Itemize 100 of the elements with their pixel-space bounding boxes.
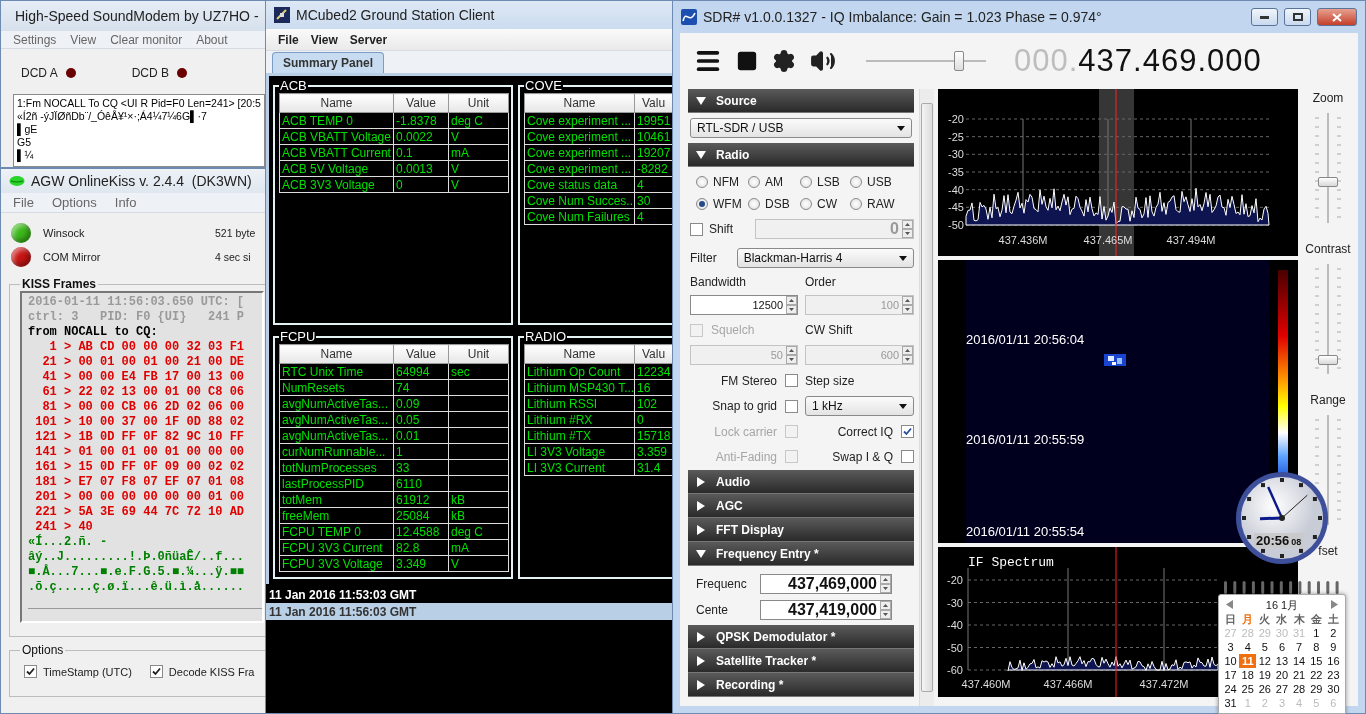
- radio-button[interactable]: [800, 198, 812, 210]
- calendar-day[interactable]: 3: [1222, 640, 1240, 654]
- section-header[interactable]: Audio: [688, 470, 914, 494]
- calendar-day[interactable]: 24: [1222, 682, 1240, 696]
- menu-item[interactable]: View: [70, 32, 97, 47]
- menu-item[interactable]: Clear monitor: [110, 32, 183, 47]
- calendar-day[interactable]: 18: [1239, 668, 1257, 682]
- vertical-slider[interactable]: [1313, 113, 1343, 223]
- checkbox[interactable]: [785, 399, 798, 413]
- dropdown[interactable]: Blackman-Harris 4: [736, 248, 914, 268]
- menu-item[interactable]: Settings: [13, 32, 57, 47]
- axis-label: -60: [947, 664, 963, 676]
- speaker-icon[interactable]: [810, 48, 836, 74]
- column-header[interactable]: Unit: [448, 344, 509, 364]
- menu-item[interactable]: Options: [51, 195, 97, 210]
- column-header[interactable]: Name: [279, 344, 394, 364]
- volume-slider[interactable]: [866, 49, 986, 73]
- settings-icon[interactable]: [772, 49, 796, 73]
- column-header[interactable]: Value: [393, 93, 449, 113]
- menu-item[interactable]: View: [310, 32, 338, 47]
- slider-track[interactable]: [1313, 415, 1343, 525]
- radio-button[interactable]: [696, 198, 708, 210]
- calendar-day[interactable]: 21: [1290, 668, 1308, 682]
- calendar-day[interactable]: 29: [1307, 682, 1325, 696]
- menu-item[interactable]: Info: [114, 195, 137, 210]
- dropdown[interactable]: RTL-SDR / USB: [690, 118, 912, 138]
- checkbox[interactable]: [24, 665, 37, 678]
- section-header[interactable]: FFT Display: [688, 518, 914, 542]
- dropdown[interactable]: 1 kHz: [805, 396, 914, 416]
- section-header[interactable]: Radio: [688, 143, 914, 167]
- calendar-day[interactable]: 10: [1222, 654, 1240, 668]
- menu-item[interactable]: File: [278, 32, 299, 47]
- column-header[interactable]: Valu: [634, 344, 672, 364]
- close-button[interactable]: [1317, 8, 1357, 26]
- list-item[interactable]: 11 Jan 2016 11:53:03 GMT: [266, 586, 672, 603]
- column-header[interactable]: Name: [524, 344, 635, 364]
- calendar-day[interactable]: 26: [1256, 682, 1274, 696]
- checkbox[interactable]: [901, 425, 914, 438]
- vertical-slider[interactable]: [1313, 264, 1343, 374]
- calendar-day[interactable]: 27: [1273, 682, 1291, 696]
- column-header[interactable]: Name: [279, 93, 394, 113]
- calendar-day[interactable]: 28: [1290, 682, 1308, 696]
- minimize-button[interactable]: [1251, 8, 1278, 26]
- calendar-day[interactable]: 6: [1273, 640, 1291, 654]
- radio-button[interactable]: [850, 176, 862, 188]
- section-header[interactable]: Source: [688, 89, 914, 113]
- calendar-day[interactable]: 12: [1256, 654, 1274, 668]
- calendar-day[interactable]: 1: [1307, 626, 1325, 640]
- calendar-day[interactable]: 25: [1239, 682, 1257, 696]
- radio-button[interactable]: [748, 176, 760, 188]
- column-header[interactable]: Value: [393, 344, 449, 364]
- calendar-day[interactable]: 22: [1307, 668, 1325, 682]
- column-header[interactable]: Unit: [448, 93, 509, 113]
- tab[interactable]: Summary Panel: [272, 52, 385, 73]
- section-header[interactable]: Recording *: [688, 673, 914, 697]
- radio-button[interactable]: [800, 176, 812, 188]
- calendar-day[interactable]: 9: [1324, 640, 1342, 654]
- calendar-day[interactable]: 15: [1307, 654, 1325, 668]
- previous-icon[interactable]: [1226, 600, 1233, 609]
- checkbox[interactable]: [785, 374, 798, 387]
- calendar-day[interactable]: 31: [1222, 696, 1240, 710]
- checkbox[interactable]: [901, 450, 914, 463]
- calendar-day[interactable]: 30: [1324, 682, 1342, 696]
- column-header[interactable]: Name: [524, 93, 635, 113]
- radio-button[interactable]: [850, 198, 862, 210]
- slider-thumb[interactable]: [1318, 355, 1338, 365]
- menu-item[interactable]: About: [196, 32, 228, 47]
- calendar-day[interactable]: 16: [1324, 654, 1342, 668]
- calendar-day[interactable]: 23: [1324, 668, 1342, 682]
- scrollbar[interactable]: [919, 89, 934, 706]
- section-header[interactable]: Satellite Tracker *: [688, 649, 914, 673]
- calendar-day[interactable]: 19: [1256, 668, 1274, 682]
- menu-item[interactable]: File: [13, 195, 34, 210]
- section-header[interactable]: Frequency Entry *: [688, 542, 914, 566]
- calendar-day[interactable]: 7: [1290, 640, 1308, 654]
- checkbox[interactable]: [149, 665, 163, 678]
- calendar-day[interactable]: 8: [1307, 640, 1325, 654]
- column-header[interactable]: Valu: [634, 93, 672, 113]
- calendar-day[interactable]: 4: [1239, 640, 1257, 654]
- calendar-day[interactable]: 13: [1273, 654, 1291, 668]
- calendar-day[interactable]: 5: [1256, 640, 1274, 654]
- radio-button[interactable]: [696, 176, 708, 188]
- slider-thumb[interactable]: [1318, 177, 1338, 187]
- section-header[interactable]: QPSK Demodulator *: [688, 625, 914, 649]
- next-icon[interactable]: [1331, 600, 1338, 609]
- frequency-display[interactable]: 437.469.000: [1078, 43, 1262, 79]
- number-field[interactable]: 437,419,000: [760, 599, 892, 620]
- list-item[interactable]: 11 Jan 2016 11:56:03 GMT: [266, 603, 672, 620]
- number-field[interactable]: 12500: [690, 295, 798, 315]
- stop-icon[interactable]: [736, 50, 758, 72]
- maximize-button[interactable]: [1284, 8, 1311, 26]
- radio-button[interactable]: [748, 198, 760, 210]
- calendar-day[interactable]: 14: [1290, 654, 1308, 668]
- slider-thumb[interactable]: [954, 51, 964, 71]
- calendar-day[interactable]: 2: [1324, 626, 1342, 640]
- number-field[interactable]: 437,469,000: [760, 573, 892, 594]
- section-header[interactable]: AGC: [688, 494, 914, 518]
- calendar-day[interactable]: 20: [1273, 668, 1291, 682]
- calendar-day[interactable]: 17: [1222, 668, 1240, 682]
- menu-item[interactable]: Server: [349, 32, 388, 47]
